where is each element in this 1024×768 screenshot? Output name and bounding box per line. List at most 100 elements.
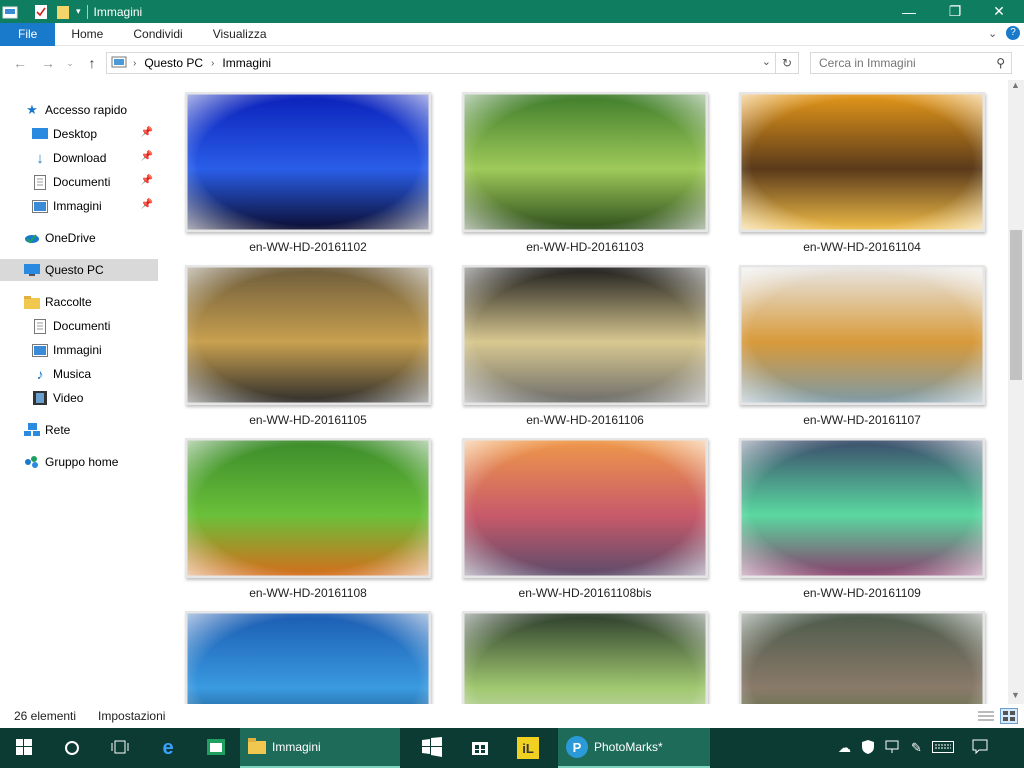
refresh-button[interactable]: ↻: [776, 52, 799, 74]
file-tile[interactable]: en-WW-HD-20161104: [739, 92, 985, 254]
taskbar-photomarks[interactable]: P PhotoMarks*: [558, 728, 710, 768]
app-button[interactable]: [192, 728, 240, 768]
store-button[interactable]: [456, 728, 504, 768]
scroll-up-icon[interactable]: ▲: [1011, 80, 1020, 90]
scroll-down-icon[interactable]: ▼: [1011, 690, 1020, 700]
status-bar: 26 elementi Impostazioni: [0, 704, 1024, 728]
minimize-button[interactable]: —: [886, 0, 932, 23]
nav-label: Download: [53, 151, 107, 165]
breadcrumb-separator-icon[interactable]: ›: [211, 58, 214, 69]
action-center-icon[interactable]: [972, 739, 988, 758]
nav-library-video[interactable]: Video: [0, 387, 158, 409]
maximize-button[interactable]: ❐: [932, 0, 978, 23]
nav-library-music[interactable]: ♪ Musica: [0, 363, 158, 385]
tab-home[interactable]: Home: [55, 23, 118, 46]
nav-network[interactable]: Rete: [0, 419, 158, 441]
task-view-button[interactable]: [96, 728, 144, 768]
homegroup-icon: [24, 454, 40, 470]
file-name: en-WW-HD-20161106: [526, 413, 644, 427]
window-icon[interactable]: [2, 5, 20, 19]
up-arrow-icon[interactable]: ↑: [84, 55, 100, 71]
ribbon-tabs: File Home Condividi Visualizza ⌄ ?: [0, 22, 1024, 46]
large-icons-view-icon[interactable]: [1000, 708, 1018, 724]
cortana-circle-icon: [65, 741, 79, 755]
nav-documents[interactable]: Documenti 📌: [0, 171, 158, 193]
network-tray-icon[interactable]: [885, 740, 901, 757]
tab-share[interactable]: Condividi: [118, 23, 197, 46]
start-button[interactable]: [0, 728, 48, 768]
edge-button[interactable]: e: [144, 728, 192, 768]
file-tile[interactable]: en-WW-HD-20161103: [462, 92, 708, 254]
image-thumbnail: [462, 438, 708, 578]
taskbar-explorer[interactable]: Immagini: [240, 728, 400, 768]
nav-label: Video: [53, 391, 84, 405]
pictures-icon: [32, 342, 48, 358]
file-tile[interactable]: en-WW-HD-20161109: [739, 438, 985, 600]
nav-download[interactable]: ↓ Download 📌: [0, 147, 158, 169]
app-yellow-button[interactable]: iL: [504, 728, 552, 768]
cloud-icon: [24, 230, 40, 246]
address-history-chevron-icon[interactable]: ⌄: [762, 55, 771, 68]
pen-tray-icon[interactable]: ✎: [911, 740, 922, 756]
nav-label: Raccolte: [45, 295, 92, 309]
address-bar[interactable]: › Questo PC › Immagini ⌄: [106, 52, 776, 74]
pin-icon[interactable]: 📌: [141, 127, 153, 138]
search-icon[interactable]: ⚲: [996, 56, 1005, 70]
image-thumbnail: [739, 438, 985, 578]
nav-onedrive[interactable]: OneDrive: [0, 227, 158, 249]
defender-tray-icon[interactable]: [861, 739, 875, 758]
video-icon: [32, 390, 48, 406]
taskbar-photomarks-label: PhotoMarks*: [594, 740, 663, 754]
vertical-scrollbar[interactable]: ▲ ▼: [1008, 80, 1024, 704]
onedrive-tray-icon[interactable]: ☁: [838, 740, 851, 756]
system-tray: ☁ ✎: [838, 728, 988, 768]
customize-toolbar-chevron-icon[interactable]: ▾: [76, 6, 81, 17]
nav-quick-access[interactable]: ★ Accesso rapido: [0, 99, 158, 121]
nav-homegroup[interactable]: Gruppo home: [0, 451, 158, 473]
nav-libraries[interactable]: Raccolte: [0, 291, 158, 313]
tab-view[interactable]: Visualizza: [198, 23, 282, 46]
file-tile[interactable]: en-WW-HD-20161105: [185, 265, 431, 427]
keyboard-tray-icon[interactable]: [931, 740, 954, 756]
status-settings: Impostazioni: [98, 709, 166, 723]
tab-file[interactable]: File: [0, 22, 56, 46]
file-tile[interactable]: en-WW-HD-20161108bis: [462, 438, 708, 600]
breadcrumb-separator-icon[interactable]: ›: [133, 58, 136, 69]
file-tile[interactable]: [462, 611, 708, 704]
file-tile[interactable]: en-WW-HD-20161102: [185, 92, 431, 254]
search-box[interactable]: ⚲: [810, 52, 1012, 74]
scrollbar-thumb[interactable]: [1010, 230, 1022, 380]
pin-icon[interactable]: 📌: [141, 151, 153, 162]
computer-icon: [24, 262, 40, 278]
nav-library-documents[interactable]: Documenti: [0, 315, 158, 337]
search-input[interactable]: [811, 54, 997, 72]
pin-icon[interactable]: 📌: [141, 175, 153, 186]
file-name: en-WW-HD-20161102: [249, 240, 367, 254]
folder-icon: [24, 294, 40, 310]
quick-access-toolbar: ▾: [0, 0, 88, 23]
details-view-icon[interactable]: [978, 710, 994, 725]
nav-desktop[interactable]: Desktop 📌: [0, 123, 158, 145]
file-tile[interactable]: [739, 611, 985, 704]
file-tile[interactable]: en-WW-HD-20161106: [462, 265, 708, 427]
nav-this-pc[interactable]: Questo PC: [0, 259, 158, 281]
back-arrow-icon[interactable]: ←: [12, 55, 28, 71]
file-tile[interactable]: en-WW-HD-20161107: [739, 265, 985, 427]
nav-pictures[interactable]: Immagini 📌: [0, 195, 158, 217]
file-tile[interactable]: [185, 611, 431, 704]
new-folder-icon[interactable]: [56, 4, 72, 20]
breadcrumb-this-pc[interactable]: Questo PC: [144, 56, 203, 70]
search-button[interactable]: [48, 728, 96, 768]
help-button[interactable]: ?: [1006, 26, 1020, 40]
pin-icon[interactable]: 📌: [141, 199, 153, 210]
edge-icon: e: [162, 736, 174, 759]
nav-library-pictures[interactable]: Immagini: [0, 339, 158, 361]
breadcrumb-pictures[interactable]: Immagini: [222, 56, 271, 70]
windows-store-shortcut-button[interactable]: [408, 728, 456, 768]
file-tile[interactable]: en-WW-HD-20161108: [185, 438, 431, 600]
close-button[interactable]: ✕: [976, 0, 1022, 23]
forward-arrow-icon[interactable]: →: [40, 55, 56, 71]
recent-locations-chevron-icon[interactable]: ⌄: [62, 55, 78, 71]
properties-icon[interactable]: [34, 4, 50, 20]
ribbon-expand-chevron-icon[interactable]: ⌄: [988, 27, 997, 40]
